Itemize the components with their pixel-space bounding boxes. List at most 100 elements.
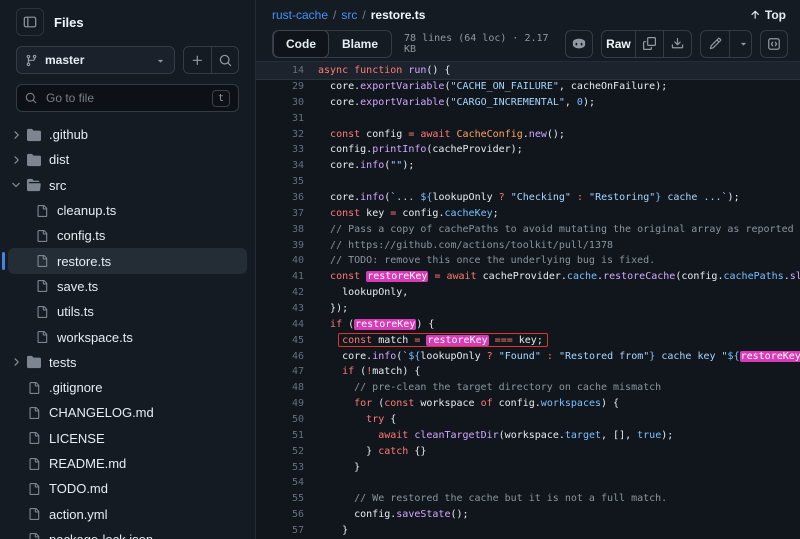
tab-code[interactable]: Code [273,30,329,58]
chevron-right-icon[interactable] [8,129,24,141]
line-number[interactable]: 30 [256,95,304,111]
github-code-view: Files master [0,0,800,539]
line-number[interactable]: 50 [256,412,304,428]
search-icon [219,54,232,67]
tree-item-config.ts[interactable]: config.ts [8,223,247,248]
line-number[interactable]: 43 [256,301,304,317]
tree-item-src[interactable]: src [8,173,247,198]
go-to-file-input[interactable] [44,90,205,106]
code-text: config.saveState(); [304,507,469,523]
line-number[interactable]: 53 [256,460,304,476]
line-number[interactable]: 56 [256,507,304,523]
add-file-button[interactable] [184,47,211,73]
download-button[interactable] [663,31,691,57]
branch-selector[interactable]: master [16,46,175,74]
tree-item-.github[interactable]: .github [8,122,247,147]
edit-dropdown-button[interactable] [729,31,752,57]
search-this-repo-button[interactable] [211,47,238,73]
tree-item-LICENSE[interactable]: LICENSE [8,426,247,451]
search-highlight: restoreKey [426,335,488,346]
code-line-31: 31 [256,111,800,127]
line-number[interactable]: 37 [256,206,304,222]
line-number[interactable]: 36 [256,190,304,206]
tree-item-label: save.ts [57,279,98,294]
line-number[interactable]: 47 [256,364,304,380]
line-number[interactable]: 39 [256,238,304,254]
line-number[interactable]: 48 [256,380,304,396]
tab-blame[interactable]: Blame [329,30,391,58]
collapse-file-tree-button[interactable] [16,8,44,36]
chevron-down-icon [738,38,749,49]
line-number[interactable]: 34 [256,158,304,174]
download-icon [671,37,684,50]
line-number[interactable]: 44 [256,317,304,333]
line-number[interactable]: 49 [256,396,304,412]
tree-item-utils.ts[interactable]: utils.ts [8,299,247,324]
folder-icon [24,355,44,369]
tree-item-TODO.md[interactable]: TODO.md [8,476,247,501]
code-line-53: 53 } [256,460,800,476]
plus-icon [191,54,204,67]
line-number[interactable]: 42 [256,285,304,301]
chevron-down-icon[interactable] [8,179,24,191]
line-number[interactable]: 45 [256,333,304,349]
search-highlight: restoreKey [366,271,428,282]
file-icon [24,533,44,539]
code-text: core.info(""); [304,158,414,174]
symbols-panel-button[interactable] [760,30,788,58]
line-number[interactable]: 46 [256,349,304,365]
line-number[interactable]: 38 [256,222,304,238]
code-line-30: 30 core.exportVariable("CARGO_INCREMENTA… [256,95,800,111]
line-number[interactable]: 40 [256,253,304,269]
line-number[interactable]: 35 [256,174,304,190]
breadcrumb-dir[interactable]: src [341,8,357,22]
code-line-46: 46 core.info(`${lookupOnly ? "Found" : "… [256,349,800,365]
code-line-38: 38 // Pass a copy of cachePaths to avoid… [256,222,800,238]
tree-item-action.yml[interactable]: action.yml [8,501,247,526]
copy-button[interactable] [635,31,663,57]
tree-item-.gitignore[interactable]: .gitignore [8,375,247,400]
line-number[interactable]: 51 [256,428,304,444]
breadcrumb-repo[interactable]: rust-cache [272,8,328,22]
line-number[interactable]: 57 [256,523,304,539]
line-number[interactable]: 41 [256,269,304,285]
line-number[interactable]: 14 [256,62,304,79]
line-number[interactable]: 32 [256,127,304,143]
tree-item-restore.ts[interactable]: restore.ts [8,248,247,273]
tree-item-cleanup.ts[interactable]: cleanup.ts [8,198,247,223]
tree-item-workspace.ts[interactable]: workspace.ts [8,324,247,349]
tree-item-save.ts[interactable]: save.ts [8,274,247,299]
file-icon [24,483,44,495]
code-text: core.exportVariable("CACHE_ON_FAILURE", … [304,79,667,95]
line-number[interactable]: 55 [256,491,304,507]
tree-item-README.md[interactable]: README.md [8,451,247,476]
tree-item-tests[interactable]: tests [8,350,247,375]
raw-button[interactable]: Raw [602,31,636,57]
tree-item-dist[interactable]: dist [8,147,247,172]
tree-item-label: dist [49,152,69,167]
chevron-right-icon[interactable] [8,154,24,166]
files-sidebar: Files master [0,0,256,539]
edit-button[interactable] [701,31,729,57]
tree-item-CHANGELOG.md[interactable]: CHANGELOG.md [8,400,247,425]
go-to-file-field[interactable]: t [16,84,239,112]
git-branch-icon [25,54,38,67]
code-text: lookupOnly, [304,285,408,301]
code-text: core.info(`... ${lookupOnly ? "Checking"… [304,190,740,206]
line-number[interactable]: 29 [256,79,304,95]
chevron-right-icon[interactable] [8,356,24,368]
line-number[interactable]: 52 [256,444,304,460]
line-number[interactable]: 33 [256,142,304,158]
file-icon [32,230,52,242]
tree-item-package-lock.json[interactable]: package-lock.json [8,527,247,539]
copilot-button[interactable] [565,30,593,58]
code-line-32: 32 const config = await CacheConfig.new(… [256,127,800,143]
line-number[interactable]: 54 [256,475,304,491]
code-text: } [304,523,348,539]
back-to-top-link[interactable]: Top [749,8,786,22]
line-number[interactable]: 31 [256,111,304,127]
tree-item-label: CHANGELOG.md [49,405,154,420]
code-blame-toggle: Code Blame [272,30,392,58]
tree-item-label: cleanup.ts [57,203,116,218]
code-line-54: 54 [256,475,800,491]
